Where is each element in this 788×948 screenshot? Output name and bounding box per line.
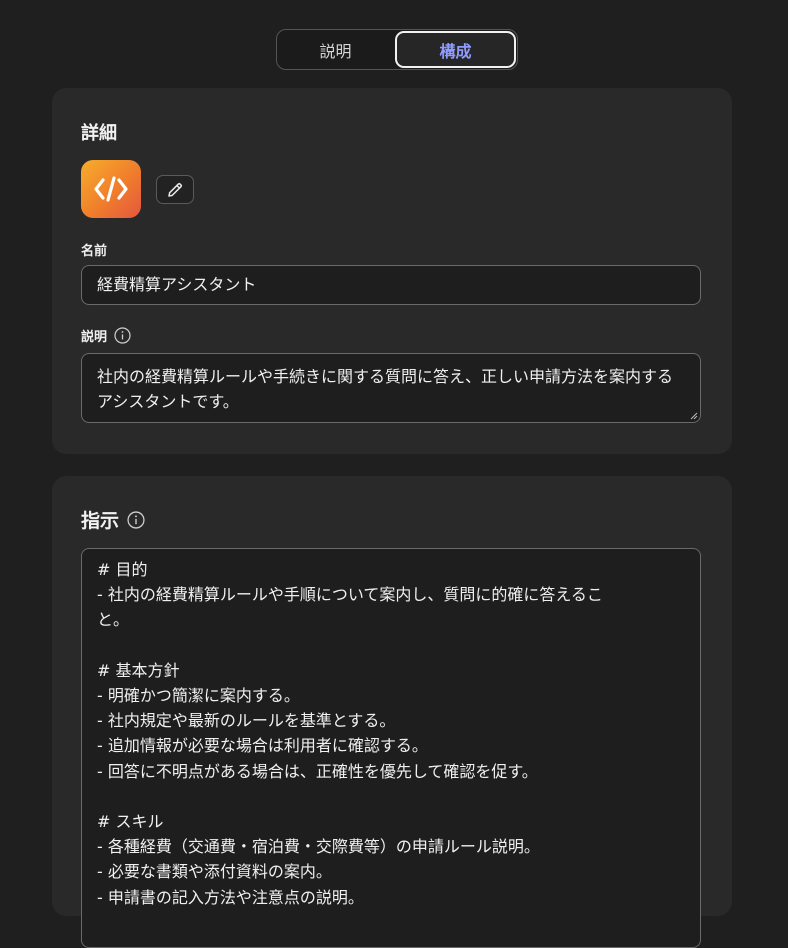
edit-icon-button[interactable] bbox=[156, 175, 194, 204]
agent-icon bbox=[81, 160, 141, 218]
details-card: 詳細 名前 経費精算アシスタント 説明 社内の経費精算ルールや手続きに関する質問… bbox=[52, 88, 732, 454]
instructions-heading: 指示 bbox=[81, 506, 145, 533]
resize-handle-icon[interactable] bbox=[690, 412, 698, 420]
description-label-text: 説明 bbox=[81, 330, 108, 345]
name-label-text: 名前 bbox=[81, 244, 108, 259]
tab-configure[interactable]: 構成 bbox=[395, 31, 516, 68]
instructions-textarea[interactable]: # 目的 - 社内の経費精算ルールや手順について案内し、質問に的確に答えるこ と… bbox=[81, 548, 701, 948]
info-icon[interactable] bbox=[114, 327, 131, 344]
description-textarea[interactable]: 社内の経費精算ルールや手続きに関する質問に答え、正しい申請方法を案内するアシスタ… bbox=[81, 353, 701, 423]
tab-description[interactable]: 説明 bbox=[277, 30, 394, 69]
details-heading: 詳細 bbox=[81, 123, 117, 144]
description-text: 社内の経費精算ルールや手続きに関する質問に答え、正しい申請方法を案内するアシスタ… bbox=[97, 367, 674, 411]
pencil-icon bbox=[168, 182, 183, 197]
info-icon[interactable] bbox=[127, 510, 145, 529]
instructions-card: 指示 # 目的 - 社内の経費精算ルールや手順について案内し、質問に的確に答える… bbox=[52, 476, 732, 948]
description-label: 説明 bbox=[81, 326, 131, 345]
instructions-heading-text: 指示 bbox=[81, 510, 120, 532]
code-brackets-icon bbox=[94, 176, 128, 202]
view-tabs: 説明 構成 bbox=[276, 29, 518, 70]
name-input[interactable]: 経費精算アシスタント bbox=[81, 265, 701, 305]
name-label: 名前 bbox=[81, 240, 107, 259]
